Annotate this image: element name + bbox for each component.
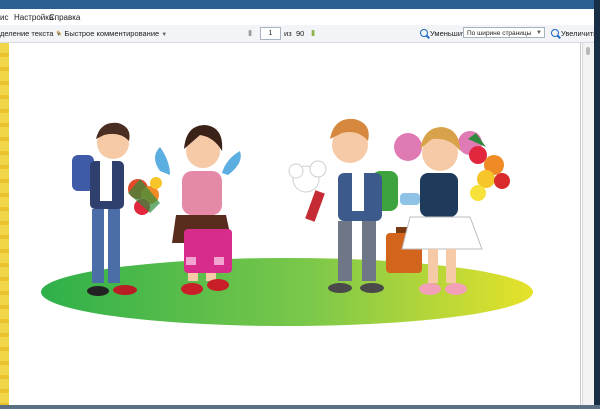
chevron-down-icon[interactable]: ▼ [161,32,167,38]
taskbar-edge [0,405,600,409]
pdf-viewer-window: ис Настройка Справка деление текста ▼ ✎ … [0,0,594,405]
zoom-mode-select[interactable]: По ширине страницы ▼ [463,27,545,38]
page-next-icon[interactable]: ▮ [311,28,315,37]
page-edge [580,43,581,405]
zoom-out-icon [420,29,428,37]
quick-comment-button[interactable]: ✎ Быстрое комментирование ▼ [56,29,167,38]
menu-item-help[interactable]: Справка [49,13,80,22]
menu-item-settings[interactable]: Настройка [14,13,53,22]
select-text-label: деление текста [0,29,54,38]
title-bar [0,0,594,9]
page-total: 90 [296,29,305,38]
quick-comment-icon: ✎ [56,29,63,38]
page-illustration [41,118,533,326]
zoom-mode-value: По ширине страницы [467,30,532,37]
page-number-input[interactable]: 1 [260,27,281,40]
menu-bar: ис Настройка Справка [0,9,594,25]
page-of-label: из [284,29,292,38]
menu-item-file[interactable]: ис [0,13,8,22]
scrollbar-thumb[interactable] [586,47,590,55]
document-view[interactable] [0,43,594,405]
quick-comment-label: Быстрое комментирование [64,29,160,38]
zoom-in-icon [551,29,559,37]
zoom-in-button[interactable]: Увеличить [551,29,594,38]
desktop-edge [594,0,600,409]
page-prev-icon[interactable]: ▮ [248,28,252,37]
chevron-down-icon: ▼ [536,30,542,36]
vertical-scrollbar[interactable] [582,43,594,405]
zoom-in-label: Увеличить [561,29,594,38]
select-text-button[interactable]: деление текста ▼ [0,29,62,38]
toolbar: деление текста ▼ ✎ Быстрое комментирован… [0,25,594,43]
zoom-out-button[interactable]: Уменьшить [420,29,469,38]
